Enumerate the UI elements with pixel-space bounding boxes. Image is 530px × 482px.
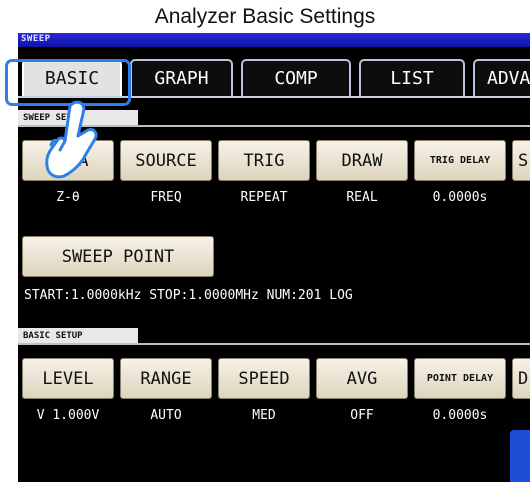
source-button[interactable]: SOURCE — [120, 140, 212, 181]
level-button[interactable]: LEVEL — [22, 358, 114, 399]
tap-hand-icon — [45, 100, 98, 179]
trig-value: REPEAT — [240, 190, 288, 205]
mode-bar: SWEEP — [18, 33, 530, 47]
tab-list[interactable]: LIST — [359, 59, 465, 96]
figure-caption: Analyzer Basic Settings — [154, 5, 376, 28]
trig-button[interactable]: TRIG — [218, 140, 310, 181]
para-value: Z-θ — [56, 190, 80, 205]
level-value: V 1.000V — [36, 408, 100, 423]
sweep-range-info: START:1.0000kHz STOP:1.0000MHz NUM:201 L… — [24, 288, 353, 303]
mode-label: SWEEP — [21, 34, 51, 44]
basic-extra-button[interactable]: D — [512, 358, 530, 399]
range-button[interactable]: RANGE — [120, 358, 212, 399]
sweep-point-button[interactable]: SWEEP POINT — [22, 236, 214, 277]
avg-button[interactable]: AVG — [316, 358, 408, 399]
corner-button[interactable] — [510, 430, 530, 482]
tab-graph[interactable]: GRAPH — [130, 59, 233, 96]
speed-value: MED — [252, 408, 276, 423]
draw-button[interactable]: DRAW — [316, 140, 408, 181]
sweep-extra-button[interactable]: S — [512, 140, 530, 181]
speed-button[interactable]: SPEED — [218, 358, 310, 399]
range-value: AUTO — [150, 408, 182, 423]
tab-advanced[interactable]: ADVA — [473, 59, 530, 96]
draw-value: REAL — [346, 190, 378, 205]
basic-setup-divider — [18, 343, 530, 345]
point-delay-value: 0.0000s — [432, 408, 488, 423]
tab-comp[interactable]: COMP — [241, 59, 351, 96]
source-value: FREQ — [150, 190, 182, 205]
trig-delay-button[interactable]: TRIG DELAY — [414, 140, 506, 181]
trig-delay-value: 0.0000s — [432, 190, 488, 205]
point-delay-button[interactable]: POINT DELAY — [414, 358, 506, 399]
avg-value: OFF — [350, 408, 374, 423]
